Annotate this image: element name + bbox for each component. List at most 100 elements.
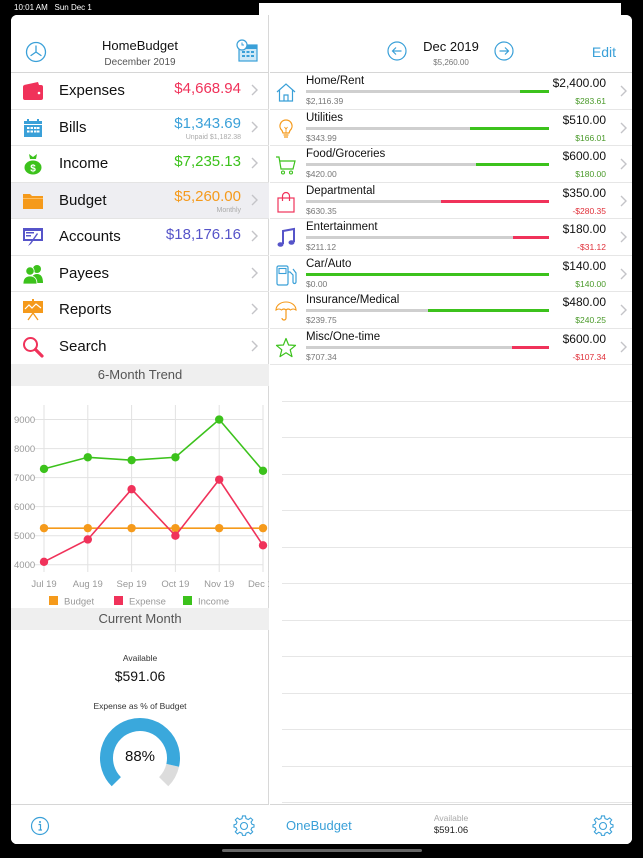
chevron-right-icon bbox=[620, 341, 627, 352]
svg-text:$: $ bbox=[30, 164, 36, 175]
data-point-income bbox=[83, 453, 93, 462]
empty-row bbox=[282, 730, 632, 767]
chevron-right-icon bbox=[620, 158, 627, 170]
budget-category-list: Home/Rent $2,400.00 $2,116.39 $283.61 Ut… bbox=[270, 73, 632, 365]
budget-category-row[interactable]: Departmental $350.00 $630.35 -$280.35 bbox=[270, 183, 632, 219]
category-name: Departmental bbox=[306, 184, 376, 197]
category-name: Misc/One-time bbox=[306, 330, 381, 343]
y-tick-label: 9000 bbox=[14, 415, 35, 426]
star-icon bbox=[275, 337, 297, 359]
wallet-icon bbox=[22, 80, 44, 102]
menu-label: Search bbox=[59, 338, 107, 356]
right-settings-button[interactable] bbox=[592, 815, 614, 842]
house-icon bbox=[275, 81, 297, 103]
category-progress-bar bbox=[306, 126, 549, 130]
info-button[interactable] bbox=[30, 816, 50, 841]
app-title: HomeBudget bbox=[102, 38, 178, 53]
empty-row bbox=[282, 694, 632, 730]
budget-category-row[interactable]: Entertainment $180.00 $211.12 -$31.12 bbox=[270, 219, 632, 256]
data-point-expense bbox=[258, 541, 268, 550]
menu-item-search[interactable]: Search bbox=[11, 329, 269, 366]
x-tick-label: Dec 19 bbox=[248, 579, 269, 590]
trend-section-header: 6-Month Trend bbox=[11, 364, 269, 386]
chevron-right-icon bbox=[620, 122, 627, 133]
settings-button[interactable] bbox=[233, 815, 255, 842]
category-budget: $2,400.00 bbox=[552, 76, 606, 90]
people-icon bbox=[22, 263, 44, 285]
category-name: Utilities bbox=[306, 111, 344, 124]
category-spent: $420.00 bbox=[306, 169, 337, 179]
category-budget: $480.00 bbox=[562, 295, 606, 309]
budget-category-row[interactable]: Insurance/Medical $480.00 $239.75 $240.2… bbox=[270, 292, 632, 329]
budget-category-row[interactable]: Car/Auto $140.00 $0.00 $140.00 bbox=[270, 256, 632, 292]
home-indicator[interactable] bbox=[222, 849, 422, 852]
legend-swatch-budget bbox=[49, 596, 58, 605]
menu-item-bills[interactable]: Bills $1,343.69 Unpaid $1,182.38 bbox=[11, 110, 269, 146]
fuel-pump-icon bbox=[275, 264, 297, 286]
data-point-budget bbox=[83, 523, 93, 533]
budget-category-row[interactable]: Food/Groceries $600.00 $420.00 $180.00 bbox=[270, 146, 632, 183]
x-tick-label: Sep 19 bbox=[117, 579, 147, 590]
category-progress-bar bbox=[306, 90, 549, 93]
empty-row bbox=[282, 402, 632, 438]
legend-label-budget: Budget bbox=[64, 597, 94, 608]
empty-row bbox=[282, 767, 632, 803]
gauge-track bbox=[158, 763, 180, 787]
data-point-budget bbox=[258, 523, 268, 533]
category-progress-bar bbox=[306, 236, 549, 239]
money-bag-icon: $ bbox=[22, 153, 44, 175]
progress-fill bbox=[476, 163, 549, 166]
progress-fill bbox=[427, 309, 549, 312]
chevron-right-icon bbox=[620, 195, 627, 206]
menu-item-income[interactable]: $ Income $7,235.13 bbox=[11, 146, 269, 183]
legend-swatch-expense bbox=[114, 596, 123, 605]
status-time: 10:01 AM Sun Dec 1 bbox=[14, 3, 92, 12]
chevron-right-icon bbox=[251, 194, 258, 205]
app-subtitle: December 2019 bbox=[104, 57, 176, 68]
x-tick-label: Oct 19 bbox=[161, 579, 189, 590]
progress-fill bbox=[512, 345, 549, 349]
accounts-total: $18,176.16 bbox=[165, 226, 241, 243]
budget-category-row[interactable]: Misc/One-time $600.00 $707.34 -$107.34 bbox=[270, 329, 632, 365]
budget-category-row[interactable]: Home/Rent $2,400.00 $2,116.39 $283.61 bbox=[270, 73, 632, 110]
menu-item-expenses[interactable]: Expenses $4,668.94 bbox=[11, 73, 269, 110]
empty-row bbox=[282, 438, 632, 475]
chevron-right-icon bbox=[620, 268, 627, 279]
y-tick-label: 4000 bbox=[14, 560, 35, 571]
gear-icon bbox=[592, 815, 614, 836]
data-point-income bbox=[171, 453, 180, 462]
chevron-right-icon bbox=[251, 121, 258, 132]
menu-item-budget[interactable]: Budget $5,260.00 Monthly bbox=[11, 182, 269, 219]
data-point-income bbox=[39, 464, 49, 474]
category-spent: $211.12 bbox=[306, 242, 337, 252]
edit-button[interactable]: Edit bbox=[592, 44, 616, 60]
menu-item-reports[interactable]: Reports bbox=[11, 292, 269, 329]
progress-fill bbox=[306, 272, 549, 276]
search-icon bbox=[22, 336, 44, 358]
budget-category-row[interactable]: Utilities $510.00 $343.99 $166.01 bbox=[270, 110, 632, 146]
category-spent: $343.99 bbox=[306, 132, 337, 143]
current-month-section-header: Current Month bbox=[11, 608, 269, 630]
empty-row bbox=[282, 511, 632, 548]
menu-item-payees[interactable]: Payees bbox=[11, 256, 269, 292]
category-spent: $707.34 bbox=[306, 351, 337, 362]
data-point-budget bbox=[127, 523, 136, 533]
category-remaining: $180.00 bbox=[575, 169, 606, 179]
toolbar-available-label: Available bbox=[433, 813, 469, 823]
menu-label: Expenses bbox=[59, 82, 125, 100]
month-budget-total: $5,260.00 bbox=[433, 58, 469, 67]
x-tick-label: Aug 19 bbox=[73, 579, 103, 590]
series-line-income bbox=[43, 418, 264, 472]
chevron-right-icon bbox=[251, 340, 258, 351]
category-remaining: $240.25 bbox=[575, 315, 606, 325]
next-month-button[interactable] bbox=[494, 41, 514, 66]
bills-total: $1,343.69 bbox=[174, 114, 241, 132]
presentation-chart-icon bbox=[22, 299, 44, 321]
calendar-clock-button[interactable] bbox=[235, 39, 259, 68]
left-navbar: HomeBudget December 2019 bbox=[11, 15, 269, 73]
category-spent: $2,116.39 bbox=[306, 96, 344, 106]
category-progress-bar bbox=[306, 199, 549, 203]
gear-icon bbox=[233, 815, 255, 836]
shopping-cart-icon bbox=[275, 154, 297, 176]
menu-item-accounts[interactable]: Accounts $18,176.16 bbox=[11, 219, 269, 256]
